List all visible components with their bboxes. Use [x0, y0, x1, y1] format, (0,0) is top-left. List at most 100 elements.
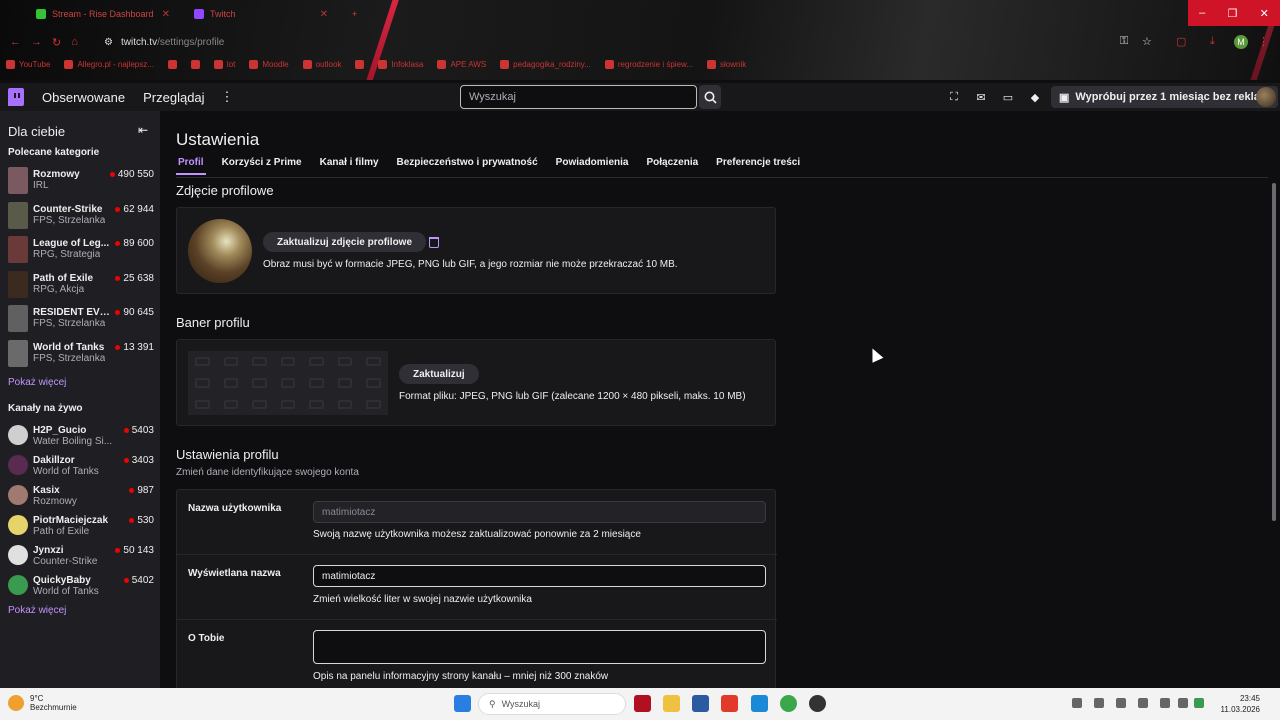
browser-profile-icon[interactable]: M — [1234, 35, 1248, 49]
site-info-icon[interactable]: ⚙ — [104, 37, 113, 48]
channel-row[interactable]: QuickyBaby World of Tanks 5402 — [8, 573, 154, 603]
category-row[interactable]: RESIDENT EVIL... FPS, Strzelanka 90 645 — [8, 305, 154, 335]
show-more-channels[interactable]: Pokaż więcej — [8, 605, 66, 616]
viewer-count: 530 — [129, 515, 154, 526]
channel-row[interactable]: Kasix Rozmowy 987 — [8, 483, 154, 513]
close-window-icon[interactable]: ✕ — [1260, 7, 1269, 20]
tray-app-icon[interactable] — [1094, 698, 1104, 708]
download-icon[interactable]: ⤓ — [1210, 35, 1215, 48]
category-row[interactable]: Rozmowy IRL 490 550 — [8, 167, 154, 197]
volume-icon[interactable] — [1178, 698, 1188, 708]
user-avatar[interactable] — [1256, 87, 1276, 107]
banner-pattern-glyph-icon — [195, 399, 210, 409]
whispers-icon[interactable]: ▭ — [1000, 89, 1016, 105]
url-field[interactable]: ⚙ twitch.tv/settings/profile — [104, 33, 1104, 51]
prime-loot-icon[interactable]: ⛶ — [946, 89, 962, 105]
taskbar-search[interactable]: ⚲ Wyszukaj — [478, 693, 626, 715]
category-row[interactable]: League of Leg... RPG, Strategia 89 600 — [8, 236, 154, 266]
inbox-icon[interactable]: ✉ — [973, 89, 989, 105]
chrome-icon[interactable] — [780, 695, 797, 712]
taskbar-clock[interactable]: 23:45 11.03.2026 — [1221, 693, 1260, 715]
tray-app-icon[interactable] — [1138, 698, 1148, 708]
bookmark-item[interactable]: YouTube — [6, 60, 50, 69]
scrollbar-thumb[interactable] — [1272, 183, 1276, 521]
bookmark-item[interactable]: lot — [213, 60, 235, 69]
store-icon[interactable] — [692, 695, 709, 712]
display-name-field[interactable]: matimiotacz — [313, 565, 766, 587]
show-more-categories[interactable]: Pokaż więcej — [8, 377, 66, 388]
weather-widget[interactable]: 9°C Bezchmurnie — [8, 694, 77, 712]
browser-tab-twitch[interactable]: Twitch ✕ — [186, 4, 336, 24]
obs-icon[interactable] — [809, 695, 826, 712]
bookmark-item[interactable]: APE AWS — [437, 60, 486, 69]
settings-tab[interactable]: Bezpieczeństwo i prywatność — [395, 156, 540, 175]
network-icon[interactable] — [1160, 698, 1170, 708]
settings-tab[interactable]: Powiadomienia — [554, 156, 631, 175]
channel-row[interactable]: H2P_Gucio Water Boiling Si... 5403 — [8, 423, 154, 453]
bookmark-star-icon[interactable]: ☆ — [1142, 35, 1152, 48]
username-label: Nazwa użytkownika — [188, 503, 282, 514]
bookmark-item[interactable]: outlook — [302, 60, 341, 69]
search-input[interactable]: Wyszukaj — [460, 85, 697, 109]
reload-icon[interactable]: ↻ — [52, 36, 61, 49]
tray-chevron-icon[interactable] — [1072, 698, 1082, 708]
channel-row[interactable]: Jynxzi Counter-Strike 50 143 — [8, 543, 154, 573]
bookmark-item[interactable] — [167, 60, 177, 69]
bookmark-item[interactable]: pedagogika_rodziny... — [500, 60, 591, 69]
forward-icon[interactable]: → — [31, 36, 42, 48]
settings-tab[interactable]: Korzyści z Prime — [220, 156, 304, 175]
main-scrollbar[interactable] — [1268, 171, 1280, 688]
channel-category: Water Boiling Si... — [33, 436, 113, 447]
bookmark-item[interactable] — [355, 60, 365, 69]
minimize-icon[interactable]: – — [1199, 7, 1205, 19]
bookmark-item[interactable]: Allegro.pl - najlepsz... — [64, 60, 154, 69]
new-tab-button[interactable]: + — [344, 4, 365, 24]
settings-tab[interactable]: Profil — [176, 156, 206, 175]
settings-tab[interactable]: Kanał i filmy — [318, 156, 381, 175]
twitch-logo-icon[interactable] — [8, 88, 24, 106]
bookmark-item[interactable] — [190, 60, 200, 69]
collapse-sidebar-icon[interactable]: ⇤ — [138, 123, 148, 137]
settings-tab[interactable]: Połączenia — [644, 156, 700, 175]
viewer-count: 13 391 — [115, 342, 154, 353]
category-row[interactable]: Path of Exile RPG, Akcja 25 638 — [8, 270, 154, 301]
bookmark-item[interactable]: słownik — [707, 60, 746, 69]
nav-following[interactable]: Obserwowane — [42, 90, 125, 105]
category-row[interactable]: Counter-Strike FPS, Strzelanka 62 944 — [8, 201, 154, 232]
bookmark-item[interactable]: Moodle — [249, 60, 289, 69]
update-profile-photo-button[interactable]: Zaktualizuj zdjęcie profilowe — [263, 232, 427, 252]
home-icon[interactable]: ⌂ — [71, 36, 78, 48]
tray-app-icon[interactable] — [1116, 698, 1126, 708]
tab-close-icon[interactable]: ✕ — [320, 9, 328, 20]
viewer-count: 5403 — [124, 425, 154, 436]
bookmark-item[interactable]: Infoklasa — [378, 60, 423, 69]
bits-icon[interactable]: ◆ — [1027, 89, 1043, 105]
channel-row[interactable]: Dakillzor World of Tanks 3403 — [8, 453, 154, 483]
bio-textarea[interactable] — [313, 630, 766, 664]
edge-icon[interactable] — [751, 695, 768, 712]
settings-tab[interactable]: Preferencje treści — [714, 156, 802, 175]
extension-icon[interactable]: ▢ — [1176, 35, 1186, 48]
clock-date: 11.03.2026 — [1220, 705, 1260, 714]
file-explorer-icon[interactable] — [663, 695, 680, 712]
password-key-icon[interactable]: ⚿ — [1120, 35, 1128, 48]
browser-menu-icon[interactable]: ⋮ — [1258, 35, 1269, 48]
maximize-icon[interactable]: ❐ — [1228, 7, 1238, 20]
channel-row[interactable]: PiotrMaciejczak Path of Exile 530 — [8, 513, 154, 543]
antivirus-icon[interactable] — [634, 695, 651, 712]
update-banner-button[interactable]: Zaktualizuj — [399, 364, 479, 384]
search-button[interactable] — [699, 85, 721, 109]
category-tags: IRL — [33, 180, 49, 191]
browser-tab-dashboard[interactable]: Stream - Rise Dashboard ✕ — [28, 4, 178, 24]
more-options-icon[interactable]: ⋮ — [221, 89, 234, 105]
battery-icon[interactable] — [1194, 698, 1204, 708]
back-icon[interactable]: ← — [10, 36, 21, 48]
category-row[interactable]: World of Tanks FPS, Strzelanka 13 391 — [8, 340, 154, 370]
start-icon[interactable] — [454, 695, 471, 712]
trash-icon[interactable] — [429, 237, 439, 248]
bookmark-item[interactable]: regrodzenie i śpiew... — [604, 60, 693, 69]
ad-free-button[interactable]: ▣ Wypróbuj przez 1 miesiąc bez reklam — [1051, 86, 1278, 108]
app-icon[interactable] — [721, 695, 738, 712]
nav-browse[interactable]: Przeglądaj — [143, 90, 204, 105]
tab-close-icon[interactable]: ✕ — [162, 9, 170, 20]
